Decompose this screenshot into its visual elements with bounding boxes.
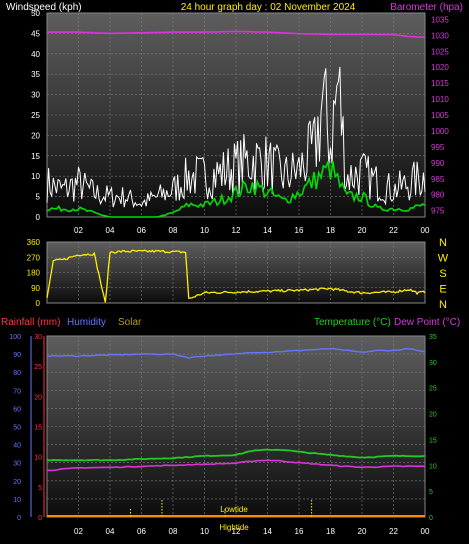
- wind-tick-label: 50: [31, 9, 40, 18]
- baro-tick-label: 1010: [431, 95, 449, 104]
- rain-tick-label: 30: [34, 334, 42, 341]
- climate-x-tick-label: 22: [389, 527, 398, 536]
- climate-x-tick-label: 18: [326, 527, 335, 536]
- compass-label: W: [438, 253, 449, 265]
- baro-tick-label: 990: [431, 159, 445, 168]
- temperature-tick-label: 35: [429, 334, 437, 341]
- rain-tick-label: 10: [34, 455, 42, 462]
- rain-tick-label: 0: [38, 515, 42, 522]
- compass-label: N: [439, 237, 447, 249]
- lowtide-label: Lowtide: [220, 505, 248, 514]
- humidity-tick-label: 90: [13, 352, 21, 359]
- temperature-tick-label: 25: [429, 386, 437, 393]
- barometer-axis-title: Barometer (hpa): [390, 2, 463, 13]
- temperature-tick-label: 10: [429, 463, 437, 470]
- direction-tick-label: 90: [31, 284, 40, 293]
- humidity-axis-title: Humidity: [67, 317, 106, 328]
- wind-x-tick-label: 14: [263, 226, 272, 235]
- baro-tick-label: 1005: [431, 111, 449, 120]
- wind-x-tick-label: 04: [106, 226, 115, 235]
- wind-tick-label: 10: [31, 172, 40, 181]
- humidity-tick-label: 20: [13, 479, 21, 486]
- rain-tick-label: 20: [34, 394, 42, 401]
- humidity-tick-label: 80: [13, 370, 21, 377]
- climate-x-tick-label: 00: [421, 527, 430, 536]
- wind-x-tick-label: 00: [421, 226, 430, 235]
- humidity-tick-label: 60: [13, 406, 21, 413]
- direction-tick-label: 0: [36, 299, 41, 308]
- wind-x-tick-label: 10: [200, 226, 209, 235]
- compass-label: S: [439, 268, 446, 280]
- wind-tick-label: 0: [36, 213, 41, 222]
- climate-x-tick-label: 02: [74, 527, 83, 536]
- wind-tick-label: 5: [36, 193, 41, 202]
- direction-tick-label: 180: [27, 269, 41, 278]
- hightide-label: Hightide: [219, 523, 249, 532]
- direction-tick-label: 360: [27, 238, 41, 247]
- wind-x-tick-label: 22: [389, 226, 398, 235]
- direction-tick-label: 270: [27, 253, 41, 262]
- wind-tick-label: 40: [31, 50, 40, 59]
- wind-tick-label: 15: [31, 152, 40, 161]
- baro-tick-label: 980: [431, 191, 445, 200]
- humidity-tick-label: 10: [13, 497, 21, 504]
- humidity-tick-label: 30: [13, 461, 21, 468]
- graph-title: 24 hour graph day : 02 November 2024: [181, 2, 356, 13]
- temperature-tick-label: 30: [429, 360, 437, 367]
- wind-x-tick-label: 12: [232, 226, 241, 235]
- wind-tick-label: 25: [31, 111, 40, 120]
- temperature-tick-label: 15: [429, 437, 437, 444]
- baro-tick-label: 1015: [431, 79, 449, 88]
- climate-x-tick-label: 20: [358, 527, 367, 536]
- temperature-tick-label: 5: [429, 489, 433, 496]
- wind-x-tick-label: 16: [295, 226, 304, 235]
- rain-tick-label: 25: [34, 364, 42, 371]
- wind-tick-label: 30: [31, 91, 40, 100]
- humidity-tick-label: 0: [17, 515, 21, 522]
- baro-tick-label: 1030: [431, 31, 449, 40]
- dewpoint-axis-title: Dew Point (°C): [394, 317, 460, 328]
- baro-tick-label: 1025: [431, 47, 449, 56]
- wind-axis-title: Windspeed (kph): [6, 2, 82, 13]
- climate-x-tick-label: 14: [263, 527, 272, 536]
- baro-tick-label: 975: [431, 207, 445, 216]
- temperature-tick-label: 20: [429, 412, 437, 419]
- rainfall-axis-title: Rainfall (mm): [1, 317, 60, 328]
- temperature-tick-label: 0: [429, 515, 433, 522]
- humidity-tick-label: 40: [13, 443, 21, 450]
- wind-x-tick-label: 08: [169, 226, 178, 235]
- wind-x-tick-label: 06: [137, 226, 146, 235]
- baro-tick-label: 1020: [431, 63, 449, 72]
- wind-x-tick-label: 18: [326, 226, 335, 235]
- wind-tick-label: 35: [31, 70, 40, 79]
- temperature-axis-title: Temperature (°C): [314, 317, 391, 328]
- solar-axis-title: Solar: [118, 317, 142, 328]
- wind-x-tick-label: 20: [358, 226, 367, 235]
- compass-label: N: [439, 299, 447, 311]
- baro-tick-label: 1000: [431, 127, 449, 136]
- wind-tick-label: 20: [31, 131, 40, 140]
- baro-tick-label: 985: [431, 175, 445, 184]
- climate-x-tick-label: 06: [137, 527, 146, 536]
- humidity-tick-label: 100: [9, 334, 21, 341]
- climate-x-tick-label: 10: [200, 527, 209, 536]
- baro-tick-label: 995: [431, 143, 445, 152]
- humidity-tick-label: 70: [13, 388, 21, 395]
- weather-chart-svg: Windspeed (kph) 24 hour graph day : 02 N…: [1, 2, 463, 536]
- compass-label: E: [439, 284, 446, 296]
- wind-x-tick-label: 02: [74, 226, 83, 235]
- rain-tick-label: 5: [38, 485, 42, 492]
- wind-tick-label: 45: [31, 29, 40, 38]
- climate-x-tick-label: 16: [295, 527, 304, 536]
- climate-x-tick-label: 04: [106, 527, 115, 536]
- baro-tick-label: 1035: [431, 15, 449, 24]
- rain-tick-label: 15: [34, 425, 42, 432]
- weather-graph: Windspeed (kph) 24 hour graph day : 02 N…: [0, 0, 469, 544]
- climate-x-tick-label: 08: [169, 527, 178, 536]
- humidity-tick-label: 50: [13, 425, 21, 432]
